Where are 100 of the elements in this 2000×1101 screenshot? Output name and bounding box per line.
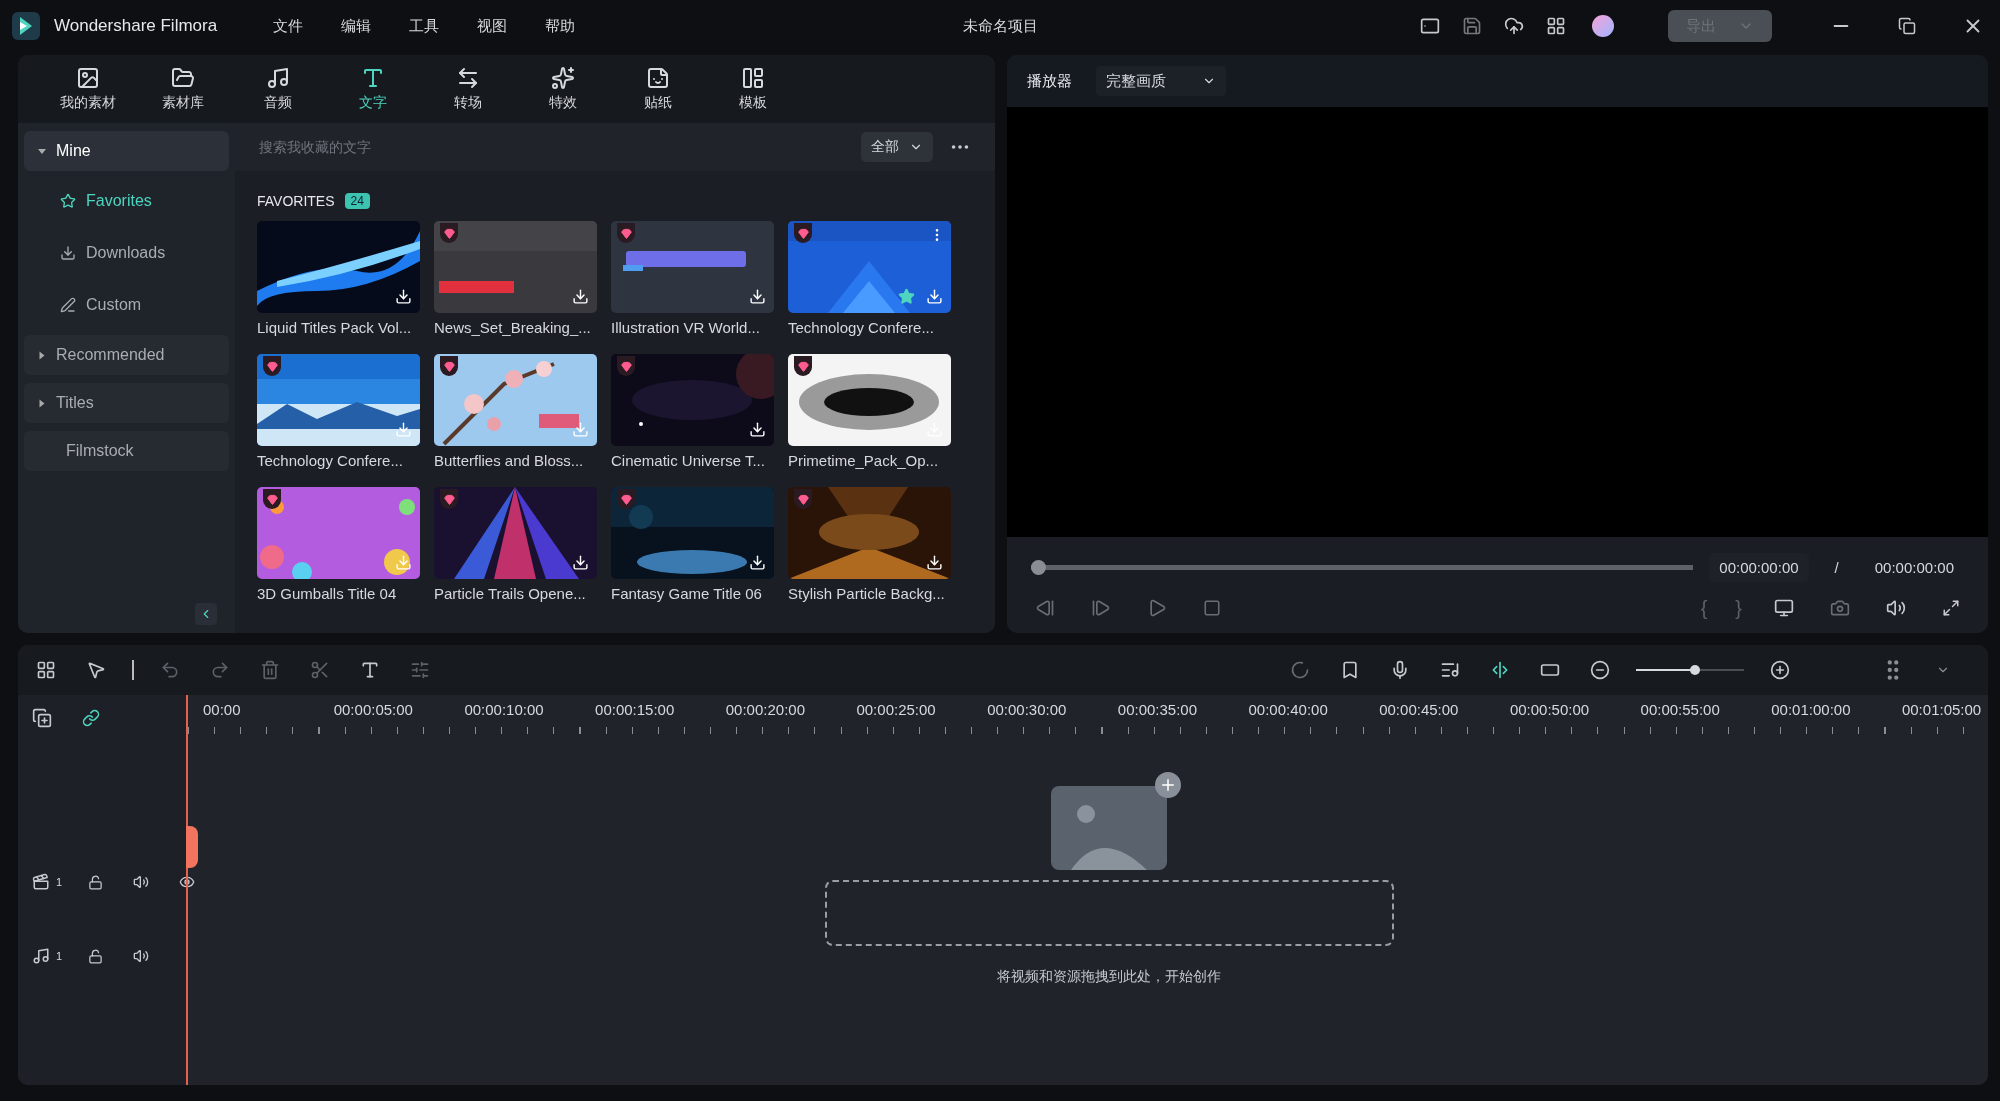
tab[interactable]: 我的素材 <box>40 55 135 123</box>
search-field[interactable]: 搜索我收藏的文字 <box>257 138 849 156</box>
template-title: Butterflies and Bloss... <box>434 452 585 469</box>
current-time: 00:00:00:00 <box>1709 553 1809 582</box>
ruler-label: 00:00:45:00 <box>1379 700 1460 720</box>
quality-dropdown[interactable]: 完整画质 <box>1096 66 1226 96</box>
tab[interactable]: 转场 <box>420 55 515 123</box>
ruler-label: 00:00:10:00 <box>464 700 545 720</box>
menu-item[interactable]: 工具 <box>397 16 452 36</box>
sidebar-item[interactable]: Downloads <box>24 231 229 275</box>
ruler-label: 00:01:05:00 <box>1901 700 1983 720</box>
menu-item[interactable]: 文件 <box>261 16 316 36</box>
tab[interactable]: 素材库 <box>135 55 230 123</box>
sticker-icon <box>645 66 670 90</box>
section-heading: FAVORITES <box>257 193 335 209</box>
download-icon[interactable] <box>395 421 412 438</box>
template-title: 3D Gumballs Title 04 <box>257 585 398 602</box>
ruler-label: 00:00:40:00 <box>1248 700 1329 720</box>
avatar[interactable] <box>1592 15 1614 37</box>
image-icon <box>75 66 100 90</box>
track-number: 1 <box>56 950 63 962</box>
template-title: Liquid Titles Pack Vol... <box>257 319 413 336</box>
time-separator: / <box>1833 558 1840 578</box>
download-icon[interactable] <box>749 288 766 305</box>
gem-icon <box>263 489 281 509</box>
template-title: Stylish Particle Backg... <box>788 585 946 602</box>
gem-icon <box>440 223 458 243</box>
gem-icon <box>794 489 812 509</box>
caret-icon <box>39 351 45 359</box>
template-title: Cinematic Universe T... <box>611 452 766 469</box>
player-label: 播放器 <box>1027 71 1072 91</box>
gem-icon <box>617 489 635 509</box>
tab[interactable]: 文字 <box>325 55 420 123</box>
track-number: 1 <box>56 876 63 888</box>
count-badge: 24 <box>344 193 370 209</box>
tab[interactable]: 模板 <box>705 55 800 123</box>
tab[interactable]: 贴纸 <box>610 55 705 123</box>
template-title: Illustration VR World... <box>611 319 761 336</box>
download-icon[interactable] <box>926 554 943 571</box>
menu-item[interactable]: 编辑 <box>329 16 384 36</box>
ruler-label: 00:00 <box>203 700 242 720</box>
music-icon <box>265 66 290 90</box>
tab[interactable]: 特效 <box>515 55 610 123</box>
seek-thumb[interactable] <box>1031 560 1046 575</box>
sidebar-item[interactable]: Favorites <box>24 179 229 223</box>
caret-icon <box>38 148 46 154</box>
ruler-label: 00:00:30:00 <box>987 700 1068 720</box>
star-icon <box>60 193 76 209</box>
filter-dropdown[interactable]: 全部 <box>861 132 933 162</box>
sidebar-item[interactable]: Filmstock <box>24 431 229 471</box>
gem-icon <box>794 223 812 243</box>
gem-icon <box>617 356 635 376</box>
gem-icon <box>263 356 281 376</box>
download-icon[interactable] <box>572 554 589 571</box>
template-title: Technology Confere... <box>788 319 935 336</box>
sidebar-item[interactable]: Recommended <box>24 335 229 375</box>
project-title: 未命名项目 <box>962 16 1038 36</box>
sparkle-icon <box>550 66 575 90</box>
media-placeholder-icon <box>1051 772 1182 870</box>
drop-zone[interactable] <box>824 880 1394 946</box>
playhead-handle[interactable] <box>186 826 198 868</box>
download-icon[interactable] <box>395 288 412 305</box>
ruler-label: 00:00:05:00 <box>333 700 414 720</box>
pen-icon <box>60 297 76 313</box>
gem-icon <box>794 356 812 376</box>
ruler-label: 00:00:35:00 <box>1117 700 1199 720</box>
collapse-button[interactable] <box>195 603 217 625</box>
drop-hint: 将视频和资源拖拽到此处，开始创作 <box>997 968 1222 986</box>
app-name: Wondershare Filmora <box>54 16 218 36</box>
template-title: Particle Trails Opene... <box>434 585 587 602</box>
gem-icon <box>440 489 458 509</box>
tab[interactable]: 音频 <box>230 55 325 123</box>
sidebar-item[interactable]: Titles <box>24 383 229 423</box>
template-title: Primetime_Pack_Op... <box>788 452 940 469</box>
ruler-label: 00:00:15:00 <box>595 700 676 720</box>
zoom-thumb[interactable] <box>1689 665 1700 675</box>
folder-icon <box>170 66 195 90</box>
total-time: 00:00:00:00 <box>1873 558 1955 578</box>
template-title: Technology Confere... <box>257 452 404 469</box>
menu-item[interactable]: 视图 <box>465 16 520 36</box>
ruler-label: 00:00:20:00 <box>725 700 806 720</box>
gem-icon <box>617 223 635 243</box>
ruler-label: 00:01:00:00 <box>1771 700 1852 720</box>
sidebar-item[interactable]: Mine <box>24 131 229 171</box>
template-title: News_Set_Breaking_... <box>434 319 592 336</box>
ruler-label: 00:00:50:00 <box>1509 700 1591 720</box>
download-icon <box>60 245 76 261</box>
caret-icon <box>39 399 45 407</box>
menu-item[interactable]: 帮助 <box>533 16 588 36</box>
template-title: Fantasy Game Title 06 <box>611 585 763 602</box>
ruler-label: 00:00:55:00 <box>1640 700 1721 720</box>
gem-icon <box>440 356 458 376</box>
download-icon[interactable] <box>749 554 766 571</box>
layout-icon <box>740 66 765 90</box>
star-icon[interactable] <box>898 288 915 305</box>
download-icon[interactable] <box>572 288 589 305</box>
download-icon[interactable] <box>749 421 766 438</box>
ruler-label: 00:00:25:00 <box>856 700 937 720</box>
sidebar-item[interactable]: Custom <box>24 283 229 327</box>
app-logo <box>12 12 40 40</box>
